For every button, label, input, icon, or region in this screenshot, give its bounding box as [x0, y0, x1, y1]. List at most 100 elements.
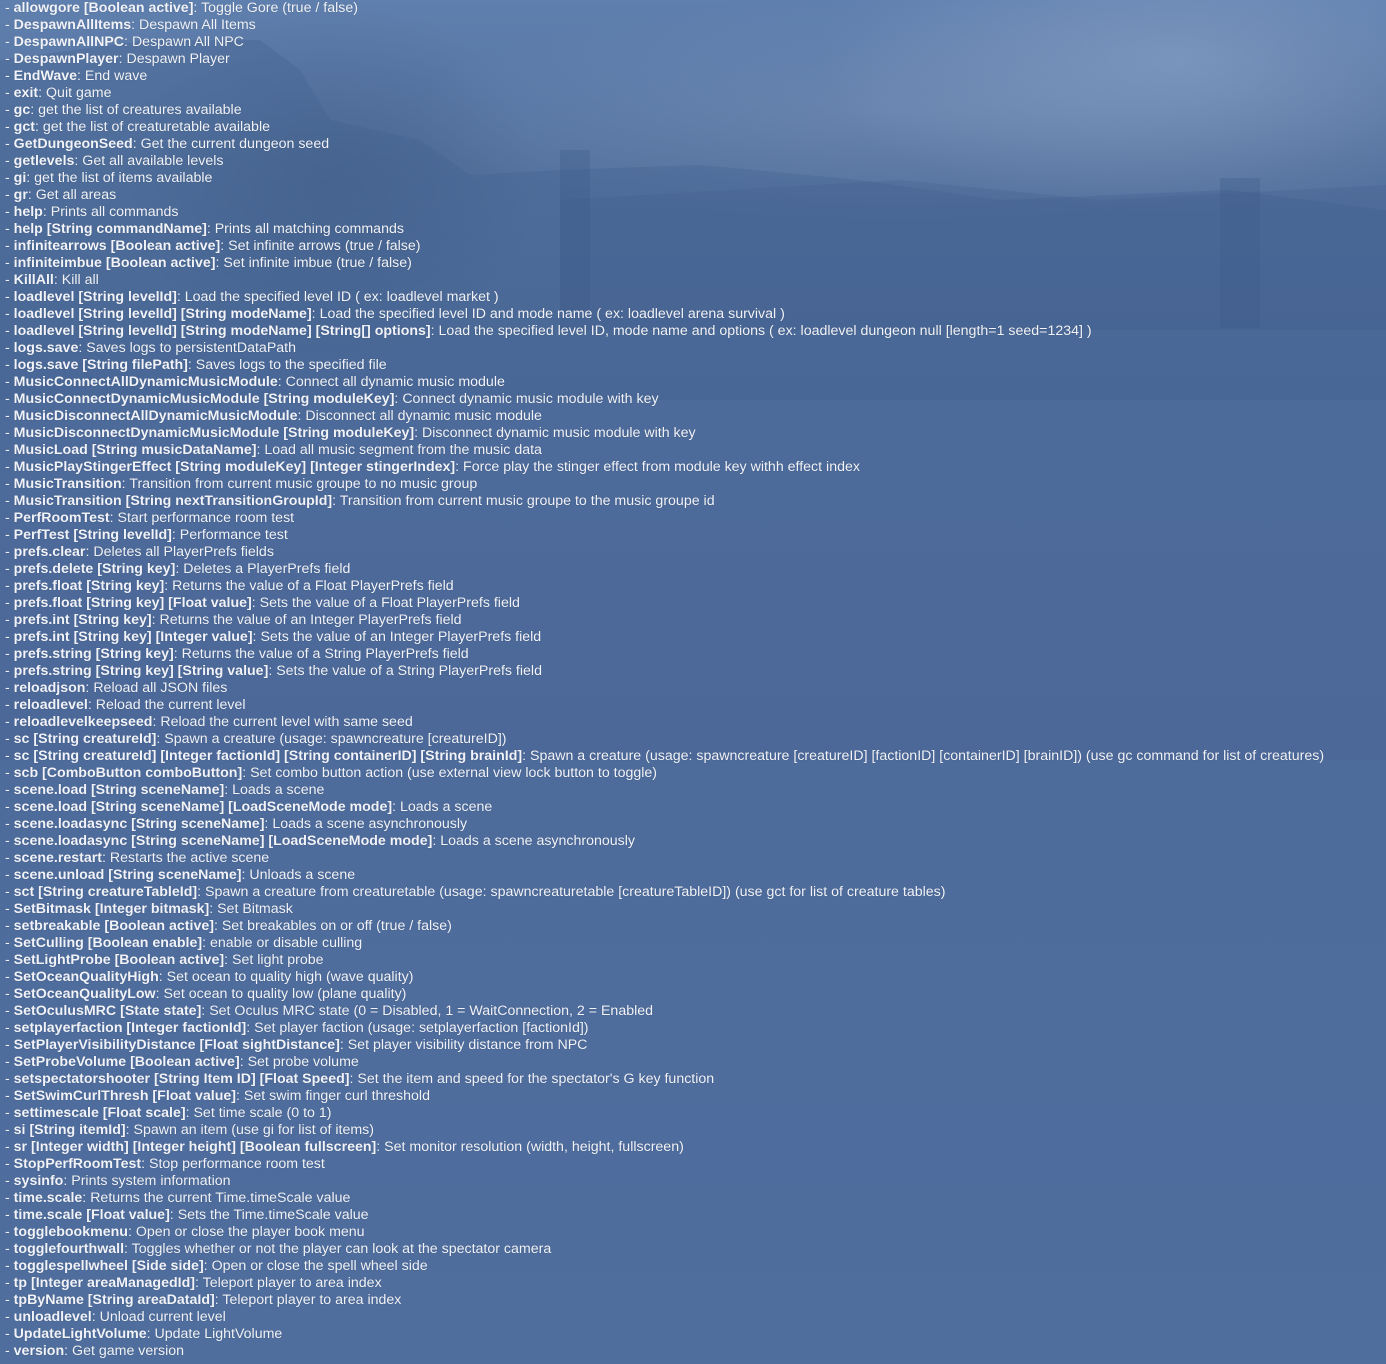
command-name: prefs.float [String key] — [13, 578, 165, 594]
console-line: - tp [Integer areaManagedId]: Teleport p… — [5, 1275, 382, 1291]
command-description: Reload all JSON files — [93, 680, 228, 696]
console-line: - reloadlevel: Reload the current level — [5, 697, 246, 713]
command-description: Sets the value of a String PlayerPrefs f… — [276, 663, 542, 679]
command-name: gi — [13, 170, 27, 186]
console-line: - sct [String creatureTableId]: Spawn a … — [5, 884, 946, 900]
console-line: - gi: get the list of items available — [5, 170, 213, 186]
command-name: allowgore [Boolean active] — [13, 0, 194, 16]
command-name: togglebookmenu — [13, 1224, 128, 1240]
command-name: MusicDisconnectDynamicMusicModule [Strin… — [13, 425, 415, 441]
console-line: - exit: Quit game — [5, 85, 112, 101]
command-name: scene.load [String sceneName] — [13, 782, 225, 798]
command-description: Loads a scene — [232, 782, 325, 798]
console-line: - setspectatorshooter [String Item ID] [… — [5, 1071, 715, 1087]
console-line: - help: Prints all commands — [5, 204, 179, 220]
console-line: - SetOculusMRC [State state]: Set Oculus… — [5, 1003, 654, 1019]
command-description: Load all music segment from the music da… — [264, 442, 542, 458]
console-line: - scene.load [String sceneName] [LoadSce… — [5, 799, 493, 815]
console-line: - prefs.float [String key]: Returns the … — [5, 578, 454, 594]
console-line: - scene.loadasync [String sceneName] [Lo… — [5, 833, 636, 849]
command-description: Set swim finger curl threshold — [243, 1088, 430, 1104]
console-line: - PerfRoomTest: Start performance room t… — [5, 510, 295, 526]
command-description: Prints system information — [71, 1173, 231, 1189]
console-line: - loadlevel [String levelId] [String mod… — [5, 323, 1092, 339]
command-description: Performance test — [179, 527, 288, 543]
command-description: Transition from current music groupe to … — [339, 493, 715, 509]
command-name: MusicLoad [String musicDataName] — [13, 442, 257, 458]
command-description: Set Oculus MRC state (0 = Disabled, 1 = … — [209, 1003, 654, 1019]
console-line: - togglefourthwall: Toggles whether or n… — [5, 1241, 552, 1257]
command-name: si [String itemId] — [13, 1122, 126, 1138]
console-line: - gct: get the list of creaturetable ava… — [5, 119, 270, 135]
console-line: - scene.restart: Restarts the active sce… — [5, 850, 270, 866]
console-line: - reloadjson: Reload all JSON files — [5, 680, 228, 696]
command-name: SetPlayerVisibilityDistance [Float sight… — [13, 1037, 340, 1053]
command-description: Set monitor resolution (width, height, f… — [384, 1139, 684, 1155]
command-name: SetCulling [Boolean enable] — [13, 935, 203, 951]
command-description: Toggle Gore (true / false) — [201, 0, 358, 16]
console-line: - prefs.string [String key]: Returns the… — [5, 646, 469, 662]
command-description: Spawn a creature from creaturetable (usa… — [205, 884, 946, 900]
console-line: - UpdateLightVolume: Update LightVolume — [5, 1326, 283, 1342]
console-line: - gc: get the list of creatures availabl… — [5, 102, 242, 118]
command-name: infiniteimbue [Boolean active] — [13, 255, 216, 271]
command-description: Despawn Player — [126, 51, 230, 67]
command-name: prefs.delete [String key] — [13, 561, 176, 577]
command-name: unloadlevel — [13, 1309, 92, 1325]
console-line: - EndWave: End wave — [5, 68, 148, 84]
command-name: DespawnPlayer — [13, 51, 119, 67]
command-description: Spawn a creature (usage: spawncreature [… — [529, 748, 1325, 764]
command-description: Returns the value of a Float PlayerPrefs… — [172, 578, 454, 594]
console-line: - prefs.delete [String key]: Deletes a P… — [5, 561, 351, 577]
console-line: - getlevels: Get all available levels — [5, 153, 224, 169]
command-description: Get the current dungeon seed — [140, 136, 330, 152]
command-name: scb [ComboButton comboButton] — [13, 765, 243, 781]
command-description: Set player visibility distance from NPC — [347, 1037, 588, 1053]
command-name: gc — [13, 102, 31, 118]
command-description: Stop performance room test — [149, 1156, 325, 1172]
console-line: - PerfTest [String levelId]: Performance… — [5, 527, 288, 543]
command-description: Sets the Time.timeScale value — [177, 1207, 369, 1223]
command-name: prefs.clear — [13, 544, 86, 560]
console-line: - time.scale [Float value]: Sets the Tim… — [5, 1207, 369, 1223]
console-line: - DespawnAllItems: Despawn All Items — [5, 17, 256, 33]
console-line: - si [String itemId]: Spawn an item (use… — [5, 1122, 374, 1138]
command-name: scene.restart — [13, 850, 103, 866]
command-description: Disconnect dynamic music module with key — [422, 425, 696, 441]
console-line: - reloadlevelkeepseed: Reload the curren… — [5, 714, 413, 730]
command-name: gr — [13, 187, 28, 203]
command-description: Returns the value of an Integer PlayerPr… — [159, 612, 462, 628]
command-name: prefs.int [String key] — [13, 612, 152, 628]
command-name: MusicTransition — [13, 476, 122, 492]
command-description: Get all available levels — [82, 153, 224, 169]
command-description: Kill all — [61, 272, 99, 288]
console-line: - DespawnAllNPC: Despawn All NPC — [5, 34, 244, 50]
command-name: SetOceanQualityHigh — [13, 969, 159, 985]
console-line: - SetOceanQualityHigh: Set ocean to qual… — [5, 969, 414, 985]
console-line: - SetBitmask [Integer bitmask]: Set Bitm… — [5, 901, 293, 917]
command-name: DespawnAllNPC — [13, 34, 125, 50]
command-name: setplayerfaction [Integer factionId] — [13, 1020, 247, 1036]
console-line: - scb [ComboButton comboButton]: Set com… — [5, 765, 658, 781]
command-description: Unloads a scene — [249, 867, 356, 883]
console-line: - SetLightProbe [Boolean active]: Set li… — [5, 952, 324, 968]
console-line: - MusicDisconnectDynamicMusicModule [Str… — [5, 425, 696, 441]
command-description: Connect dynamic music module with key — [402, 391, 659, 407]
command-name: SetSwimCurlThresh [Float value] — [13, 1088, 236, 1104]
command-name: help — [13, 204, 43, 220]
command-description: Toggles whether or not the player can lo… — [131, 1241, 552, 1257]
console-line: - MusicTransition [String nextTransition… — [5, 493, 715, 509]
console-line: - sc [String creatureId] [Integer factio… — [5, 748, 1325, 764]
console-line: - sc [String creatureId]: Spawn a creatu… — [5, 731, 507, 747]
command-name: settimescale [Float scale] — [13, 1105, 186, 1121]
command-name: sr [Integer width] [Integer height] [Boo… — [13, 1139, 377, 1155]
command-description: get the list of creaturetable available — [42, 119, 270, 135]
command-description: Set probe volume — [247, 1054, 359, 1070]
console-line: - GetDungeonSeed: Get the current dungeo… — [5, 136, 330, 152]
console-line: - SetProbeVolume [Boolean active]: Set p… — [5, 1054, 359, 1070]
command-name: sc [String creatureId] — [13, 731, 157, 747]
console-line: - setbreakable [Boolean active]: Set bre… — [5, 918, 452, 934]
command-name: loadlevel [String levelId] [String modeN… — [13, 323, 431, 339]
command-description: Teleport player to area index — [202, 1275, 382, 1291]
command-name: UpdateLightVolume — [13, 1326, 147, 1342]
